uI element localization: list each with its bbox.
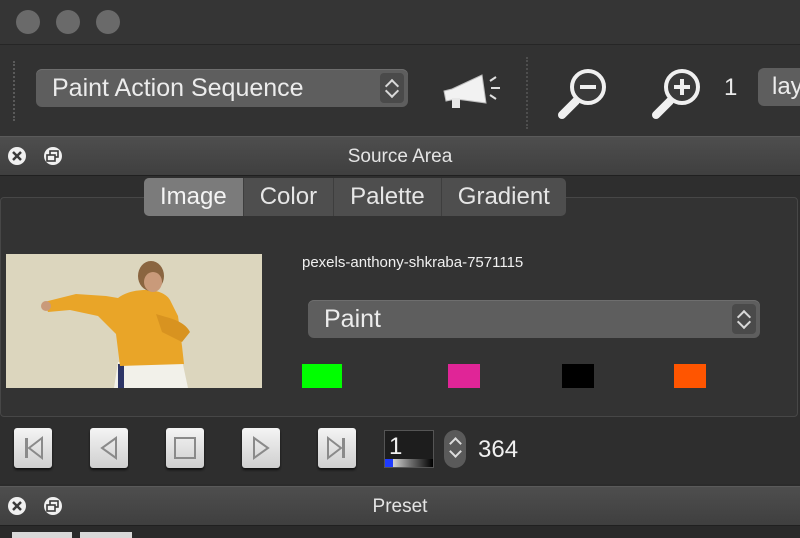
preset-title: Preset — [372, 496, 428, 517]
play-icon — [253, 436, 270, 460]
action-sequence-select[interactable]: Paint Action Sequence — [36, 69, 408, 107]
tab-gradient[interactable]: Gradient — [440, 178, 566, 216]
source-area-panel: Image Color Palette Gradient pexels-anth… — [0, 176, 800, 484]
source-area-header: Source Area — [0, 136, 800, 176]
layer-select[interactable]: lay — [758, 68, 800, 106]
frame-number-value: 1 — [389, 433, 403, 460]
step-back-icon — [100, 436, 117, 460]
frame-total-label: 364 — [478, 436, 519, 463]
source-tabs: Image Color Palette Gradient — [144, 178, 566, 216]
megaphone-icon[interactable] — [438, 65, 504, 115]
zoom-in-icon[interactable] — [650, 65, 706, 121]
tab-palette[interactable]: Palette — [333, 178, 441, 216]
frame-number-input[interactable]: 1 — [384, 430, 434, 468]
zoom-out-icon[interactable] — [556, 65, 612, 121]
source-image — [6, 254, 262, 388]
play-button[interactable] — [242, 428, 280, 468]
minimize-window-button[interactable] — [56, 10, 80, 34]
skip-to-end-icon — [327, 435, 345, 461]
chevron-updown-icon — [732, 304, 756, 334]
preset-thumbnail[interactable] — [12, 532, 72, 538]
previous-frame-button[interactable] — [90, 428, 128, 468]
preset-list — [0, 526, 800, 538]
skip-to-start-icon — [25, 435, 43, 461]
color-swatch-black[interactable] — [562, 364, 594, 388]
paint-mode-value: Paint — [324, 305, 381, 333]
first-frame-button[interactable] — [14, 428, 52, 468]
chevron-updown-icon — [380, 73, 404, 103]
source-image-preview[interactable] — [6, 254, 262, 388]
zoom-level-label: 1 — [724, 74, 738, 101]
window-titlebar — [0, 0, 800, 44]
tab-image[interactable]: Image — [144, 178, 243, 216]
close-window-button[interactable] — [16, 10, 40, 34]
last-frame-button[interactable] — [318, 428, 356, 468]
stop-icon — [174, 437, 196, 459]
preset-thumbnail[interactable] — [80, 532, 132, 538]
toolbar: Paint Action Sequence — [0, 44, 800, 136]
color-swatch-orange[interactable] — [674, 364, 706, 388]
stop-button[interactable] — [166, 428, 204, 468]
color-swatch-magenta[interactable] — [448, 364, 480, 388]
source-area-title: Source Area — [347, 146, 453, 167]
color-swatch-green[interactable] — [302, 364, 342, 388]
preset-header: Preset — [0, 486, 800, 526]
toolbar-grip[interactable] — [13, 61, 15, 121]
action-sequence-value: Paint Action Sequence — [52, 74, 304, 102]
toolbar-separator — [526, 57, 528, 129]
frame-stepper[interactable] — [444, 430, 466, 468]
frame-progress-bar — [385, 459, 433, 467]
paint-mode-select[interactable]: Paint — [308, 300, 760, 338]
source-filename: pexels-anthony-shkraba-7571115 — [302, 254, 524, 271]
zoom-window-button[interactable] — [96, 10, 120, 34]
tab-color[interactable]: Color — [242, 178, 333, 216]
